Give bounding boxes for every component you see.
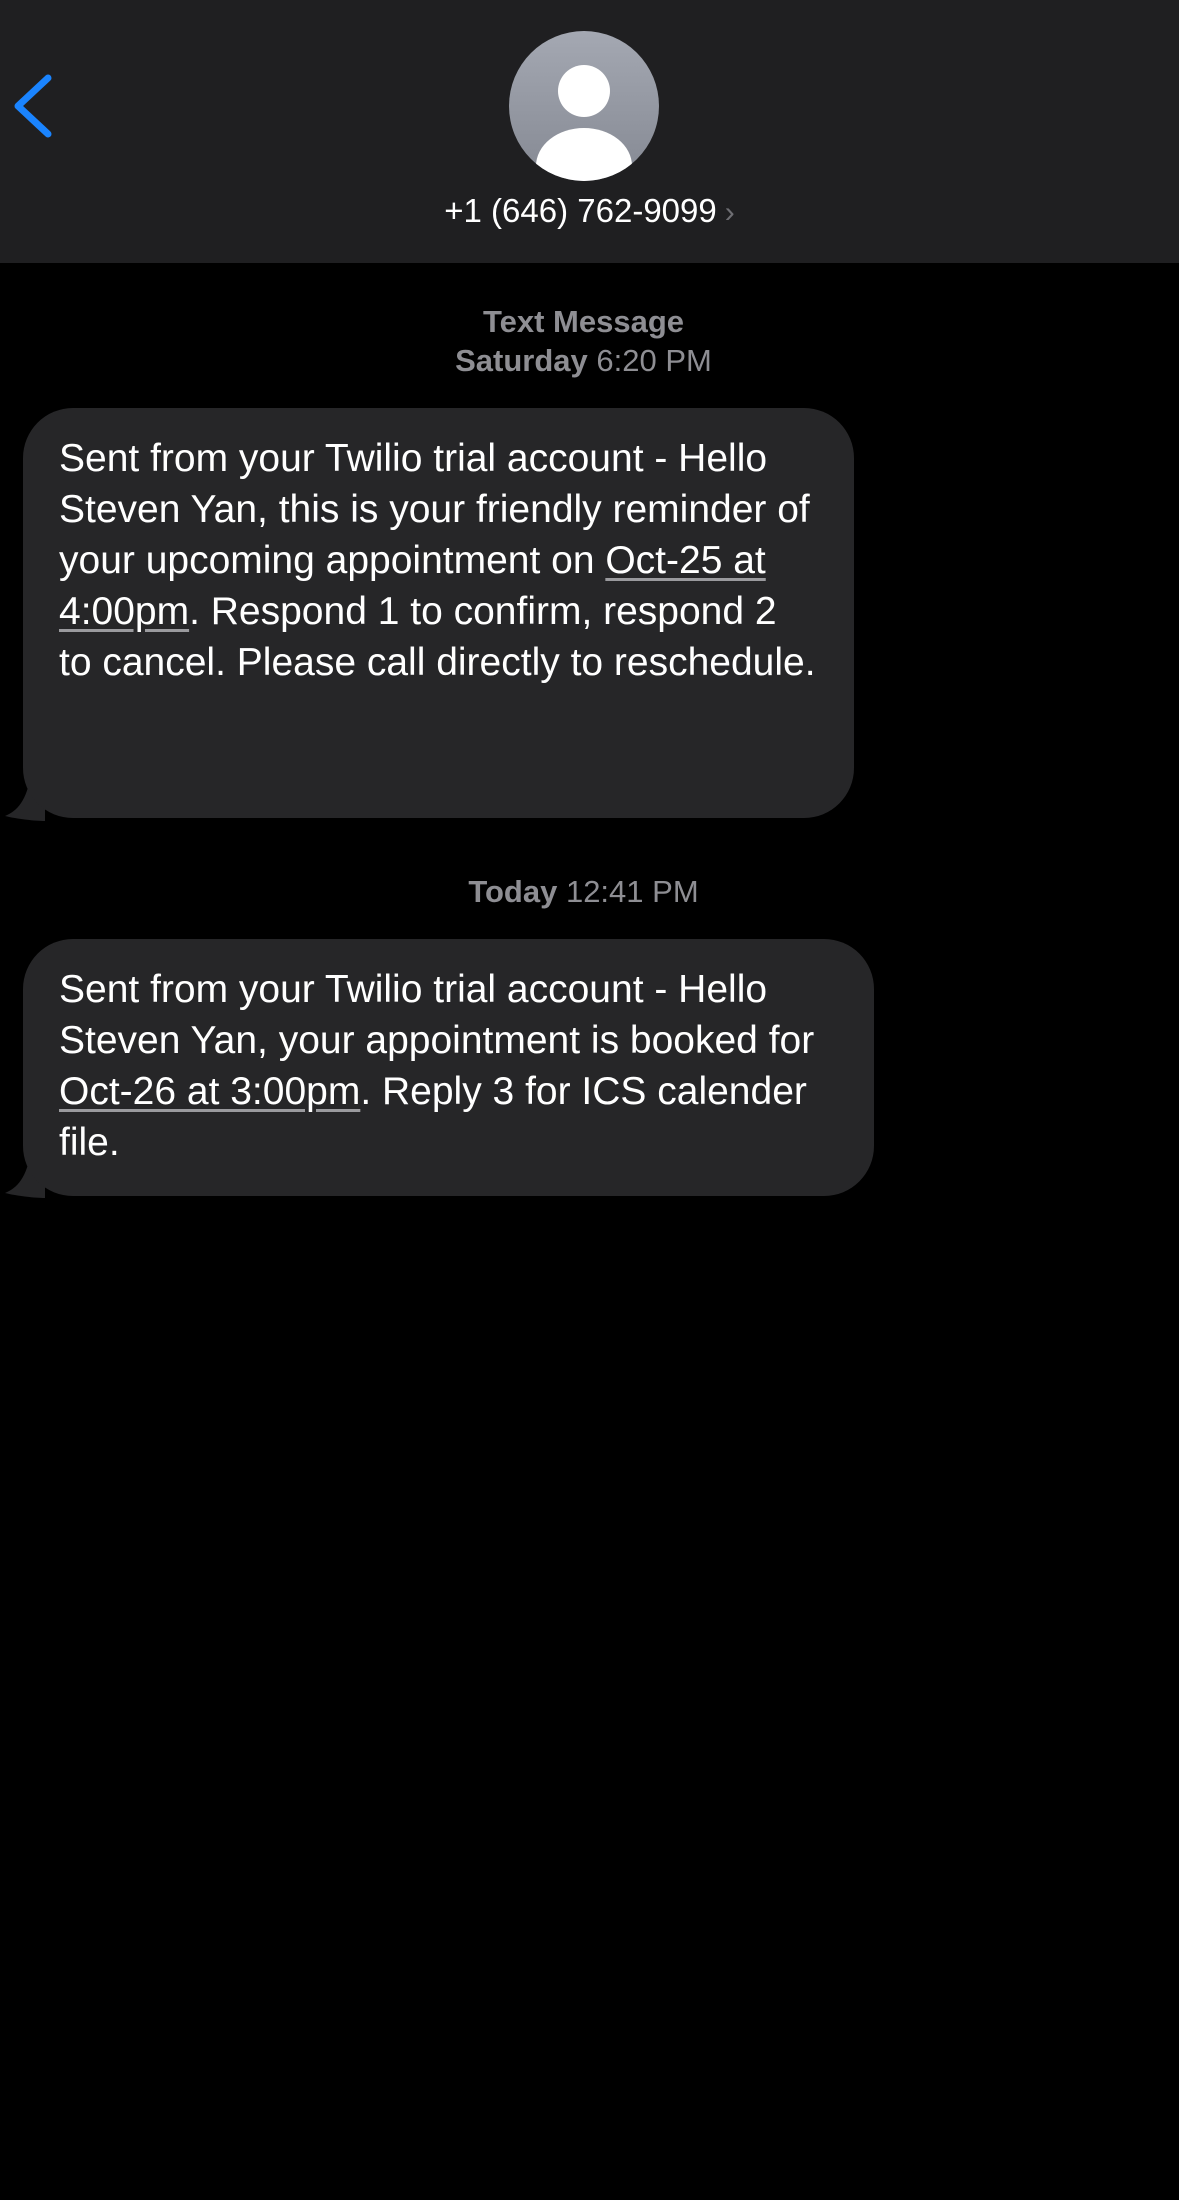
timestamp-day: Today: [468, 874, 558, 909]
timestamp-today: Today 12:41 PM: [0, 872, 1167, 911]
timestamp-saturday: Text Message Saturday 6:20 PM: [0, 302, 1167, 380]
date-link[interactable]: Oct-26 at 3:00pm: [59, 1070, 360, 1113]
avatar[interactable]: [509, 31, 659, 181]
message-type-label: Text Message: [482, 304, 684, 339]
timestamp-time: 12:41 PM: [565, 874, 699, 909]
timestamp-day: Saturday: [455, 343, 588, 378]
back-button[interactable]: [10, 70, 60, 142]
contact-number: +1 (646) 762-9099: [444, 192, 717, 229]
timestamp-time: 6:20 PM: [596, 343, 712, 378]
conversation-header: +1 (646) 762-9099 ›: [0, 0, 1179, 263]
message-text: Sent from your Twilio trial account - He…: [59, 968, 815, 1062]
message-bubble-1[interactable]: Sent from your Twilio trial account - He…: [23, 408, 854, 818]
message-bubble-2[interactable]: Sent from your Twilio trial account - He…: [23, 939, 874, 1196]
chevron-left-icon: [14, 74, 52, 138]
person-silhouette-icon: [536, 65, 632, 181]
chevron-right-icon: ›: [724, 196, 735, 229]
contact-name-button[interactable]: +1 (646) 762-9099 ›: [0, 192, 1179, 230]
